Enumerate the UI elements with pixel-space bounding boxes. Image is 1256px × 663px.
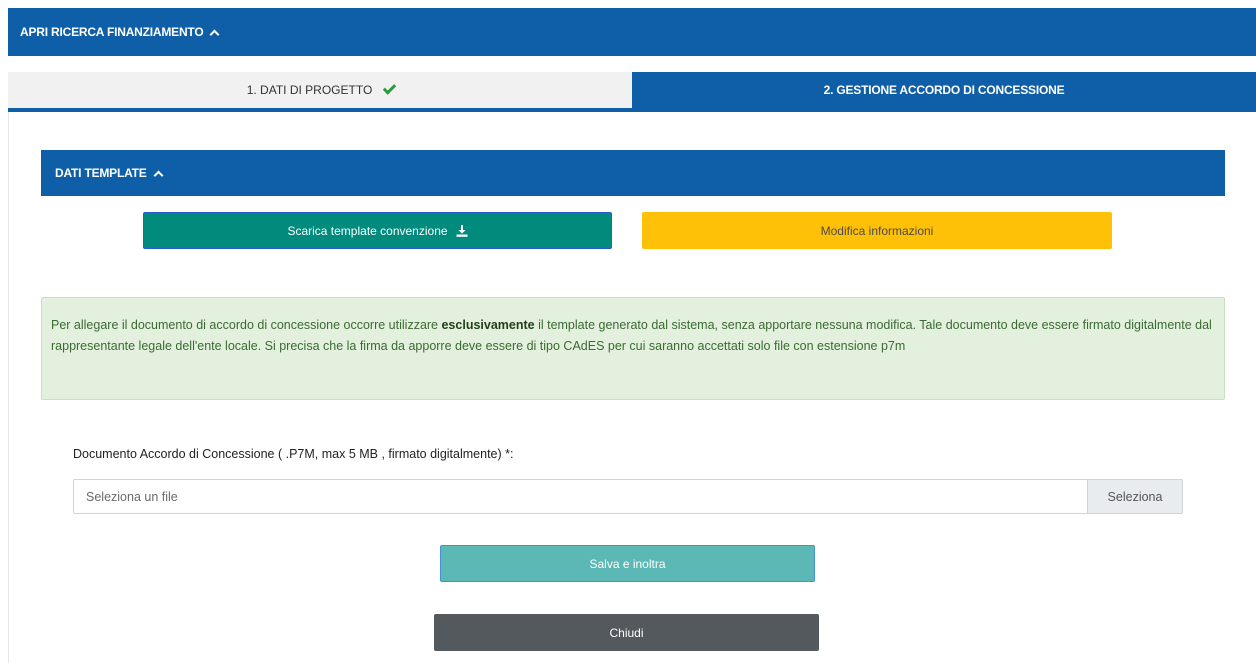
download-icon [456,224,468,237]
tab-agreement-management[interactable]: 2. GESTIONE ACCORDO DI CONCESSIONE [632,72,1256,112]
save-and-forward-button[interactable]: Salva e inoltra [440,545,815,582]
save-label: Salva e inoltra [589,556,666,571]
file-upload-label: Documento Accordo di Concessione ( .P7M,… [73,447,514,461]
chevron-up-icon [153,170,164,180]
download-template-button[interactable]: Scarica template convenzione [143,212,612,249]
alert-text-before: Per allegare il documento di accordo di … [51,318,442,332]
tab-agreement-management-label: 2. GESTIONE ACCORDO DI CONCESSIONE [823,83,1065,97]
close-label: Chiudi [609,625,644,640]
download-template-label: Scarica template convenzione [287,223,448,238]
chevron-up-icon [210,29,220,39]
alert-text-bold: esclusivamente [441,318,535,332]
section-title: DATI TEMPLATE [55,166,147,180]
open-search-funding-toggle[interactable]: APRI RICERCA FINANZIAMENTO [8,8,1256,56]
file-upload-group: Seleziona [73,479,1183,514]
template-data-section-toggle[interactable]: DATI TEMPLATE [41,150,1225,196]
tab-project-data[interactable]: 1. DATI DI PROGETTO [8,72,632,112]
checkmark-icon [383,81,397,95]
close-button[interactable]: Chiudi [434,614,819,651]
step-tabs: 1. DATI DI PROGETTO 2. GESTIONE ACCORDO … [8,72,1256,112]
select-file-button[interactable]: Seleziona [1087,480,1182,513]
info-alert: Per allegare il documento di accordo di … [41,297,1225,400]
modify-info-label: Modifica informazioni [820,223,934,238]
file-input[interactable] [74,480,1087,513]
modify-info-button[interactable]: Modifica informazioni [642,212,1112,249]
top-bar-label: APRI RICERCA FINANZIAMENTO [20,25,204,39]
tab-project-data-label: 1. DATI DI PROGETTO [246,83,373,97]
